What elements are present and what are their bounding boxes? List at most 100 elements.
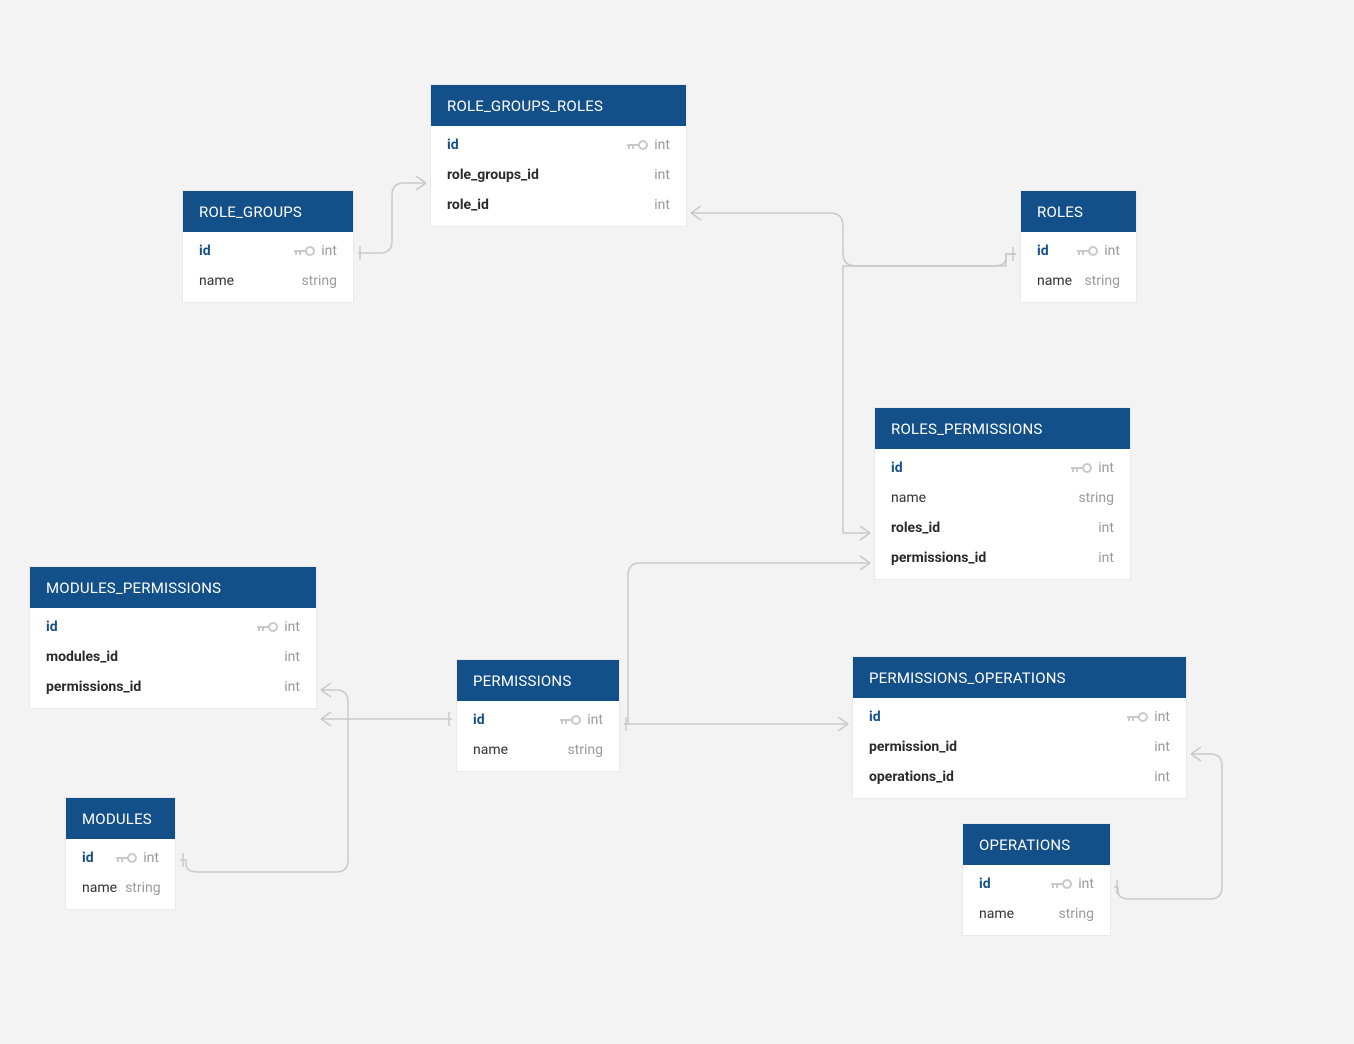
- column-row: namestring: [875, 483, 1130, 513]
- column-type: int: [1098, 520, 1114, 536]
- entity-operations[interactable]: OPERATIONS id int name string: [963, 824, 1110, 935]
- column-type: int: [284, 679, 300, 695]
- primary-key-icon: [256, 621, 278, 633]
- column-name: name: [199, 273, 234, 289]
- column-name: id: [447, 137, 459, 153]
- column-type: int: [321, 243, 337, 259]
- entity-permissions_operations[interactable]: PERMISSIONS_OPERATIONSidintpermission_id…: [853, 657, 1186, 798]
- column-type: int: [654, 197, 670, 213]
- column-row: role_id int: [431, 190, 686, 220]
- entity-columns: id int name string: [183, 232, 353, 302]
- column-type: int: [1098, 550, 1114, 566]
- primary-key-icon: [626, 139, 648, 151]
- entity-role_groups[interactable]: ROLE_GROUPSid int name string: [183, 191, 353, 302]
- entity-title: MODULES_PERMISSIONS: [30, 567, 316, 608]
- column-name: name: [473, 742, 508, 758]
- er-diagram-canvas[interactable]: ROLE_GROUPSidintnamestringROLE_GROUPS_RO…: [0, 0, 1354, 1044]
- entity-title: ROLE_GROUPS: [183, 191, 353, 232]
- column-type: int: [1078, 876, 1094, 892]
- primary-key-icon: [1050, 878, 1072, 890]
- entity-columns: id int name string: [1021, 232, 1136, 302]
- entity-modules_permissions[interactable]: MODULES_PERMISSIONSidintmodules_idintper…: [30, 567, 316, 708]
- column-name: name: [979, 906, 1014, 922]
- entity-title: OPERATIONS: [963, 824, 1110, 865]
- column-type: int: [587, 712, 603, 728]
- column-name: name: [1037, 273, 1072, 289]
- column-name: permissions_id: [46, 679, 141, 695]
- entity-title: PERMISSIONS: [457, 660, 619, 701]
- entity-columns: idintrole_groups_idintrole_idint: [431, 126, 686, 226]
- column-row: id int: [431, 130, 686, 160]
- column-type: string: [125, 880, 161, 896]
- column-name: id: [891, 460, 903, 476]
- entity-columns: id int name string: [963, 865, 1110, 935]
- entity-columns: id int name string: [457, 701, 619, 771]
- column-row: operations_idint: [853, 762, 1186, 792]
- column-row: id int: [66, 843, 175, 873]
- column-name: id: [473, 712, 485, 728]
- column-name: modules_id: [46, 649, 118, 665]
- column-row: name string: [1021, 266, 1136, 296]
- entity-title: ROLES: [1021, 191, 1136, 232]
- entity-columns: idintmodules_idintpermissions_idint: [30, 608, 316, 708]
- column-name: id: [82, 850, 94, 866]
- entity-title: PERMISSIONS_OPERATIONS: [853, 657, 1186, 698]
- entity-modules[interactable]: MODULES id int name string: [66, 798, 175, 909]
- column-row: permission_id int: [853, 732, 1186, 762]
- column-type: int: [1104, 243, 1120, 259]
- primary-key-icon: [1070, 462, 1092, 474]
- primary-key-icon: [559, 714, 581, 726]
- column-name: id: [979, 876, 991, 892]
- column-type: string: [567, 742, 603, 758]
- column-name: name: [82, 880, 117, 896]
- column-type: int: [1154, 739, 1170, 755]
- column-name: id: [199, 243, 211, 259]
- primary-key-icon: [1126, 711, 1148, 723]
- column-row: roles_id int: [875, 513, 1130, 543]
- column-type: string: [1058, 906, 1094, 922]
- entity-columns: id int name string: [66, 839, 175, 909]
- column-type: int: [1154, 709, 1170, 725]
- entity-permissions[interactable]: PERMISSIONS id int name string: [457, 660, 619, 771]
- entity-title: ROLE_GROUPS_ROLES: [431, 85, 686, 126]
- column-row: id int: [1021, 236, 1136, 266]
- column-type: int: [143, 850, 159, 866]
- column-name: role_groups_id: [447, 167, 539, 183]
- column-name: name: [891, 490, 926, 506]
- column-type: int: [284, 619, 300, 635]
- column-name: role_id: [447, 197, 489, 213]
- column-type: int: [284, 649, 300, 665]
- column-name: id: [1037, 243, 1049, 259]
- primary-key-icon: [1076, 245, 1098, 257]
- entity-role_groups_roles[interactable]: ROLE_GROUPS_ROLESidintrole_groups_idintr…: [431, 85, 686, 226]
- entity-columns: id int permission_id int operations_idint: [853, 698, 1186, 798]
- column-row: modules_id int: [30, 642, 316, 672]
- entity-title: MODULES: [66, 798, 175, 839]
- primary-key-icon: [115, 852, 137, 864]
- column-name: id: [46, 619, 58, 635]
- column-row: permissions_id int: [30, 672, 316, 702]
- column-row: name string: [963, 899, 1110, 929]
- column-row: id int: [30, 612, 316, 642]
- column-name: roles_id: [891, 520, 940, 536]
- primary-key-icon: [293, 245, 315, 257]
- column-type: int: [1098, 460, 1114, 476]
- column-type: int: [654, 137, 670, 153]
- column-name: operations_id: [869, 769, 954, 785]
- column-name: permission_id: [869, 739, 957, 755]
- column-type: string: [1084, 273, 1120, 289]
- column-name: permissions_id: [891, 550, 986, 566]
- column-type: string: [301, 273, 337, 289]
- entity-roles[interactable]: ROLES id int name string: [1021, 191, 1136, 302]
- column-type: int: [654, 167, 670, 183]
- column-name: id: [869, 709, 881, 725]
- column-row: id int: [853, 702, 1186, 732]
- entity-title: ROLES_PERMISSIONS: [875, 408, 1130, 449]
- entity-columns: idintnamestringroles_idintpermissions_id…: [875, 449, 1130, 579]
- column-row: id int: [963, 869, 1110, 899]
- entity-roles_permissions[interactable]: ROLES_PERMISSIONSidintnamestringroles_id…: [875, 408, 1130, 579]
- column-row: id int: [457, 705, 619, 735]
- column-row: id int: [183, 236, 353, 266]
- column-row: name string: [66, 873, 175, 903]
- column-row: permissions_id int: [875, 543, 1130, 573]
